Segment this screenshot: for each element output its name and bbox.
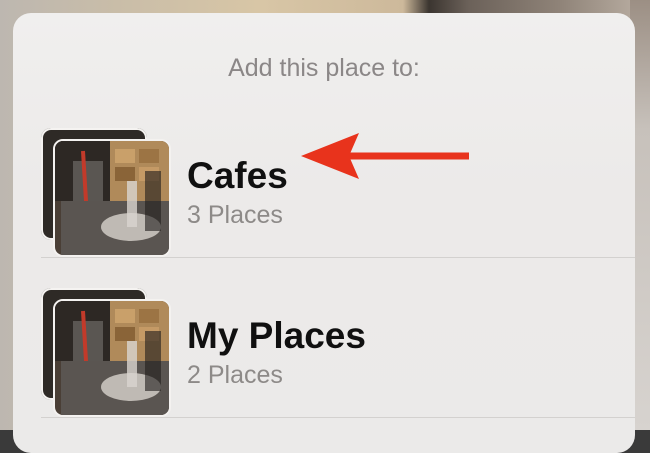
add-to-guide-sheet: Add this place to: Cafes 3 Places My Pla… bbox=[13, 13, 635, 453]
guide-title: My Places bbox=[187, 315, 366, 356]
guide-place-count: 2 Places bbox=[187, 361, 283, 389]
guide-photo-thumbnail bbox=[53, 299, 171, 417]
guide-row-my-places[interactable]: My Places 2 Places bbox=[39, 271, 635, 431]
row-divider bbox=[41, 257, 635, 258]
guide-title: Cafes bbox=[187, 155, 288, 196]
sheet-title: Add this place to: bbox=[228, 54, 420, 82]
guide-thumbnail-stack bbox=[41, 128, 171, 257]
guide-place-count: 3 Places bbox=[187, 201, 283, 229]
guide-photo-thumbnail bbox=[53, 139, 171, 257]
guide-thumbnail-stack bbox=[41, 288, 171, 417]
row-divider bbox=[41, 417, 635, 418]
red-arrow-annotation-icon bbox=[301, 133, 469, 179]
